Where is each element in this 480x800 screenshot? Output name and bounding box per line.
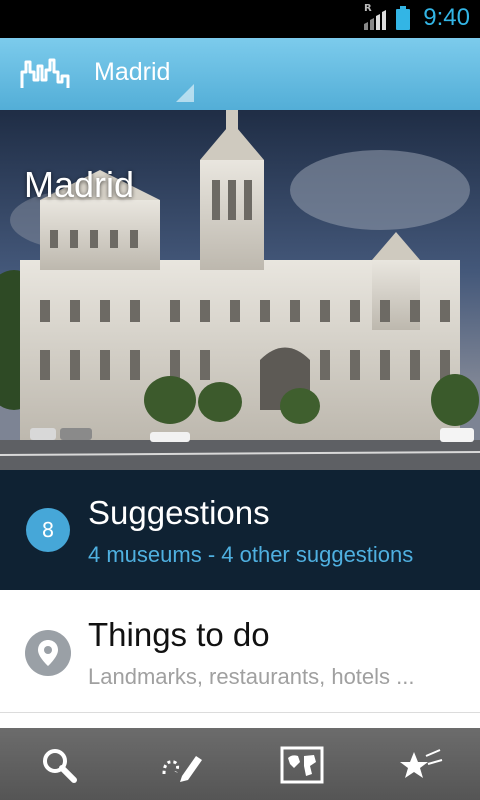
suggestions-count-badge: 8 (26, 508, 70, 552)
map-pin-icon (25, 630, 71, 676)
suggestions-subtitle: 4 museums - 4 other suggestions (88, 542, 414, 567)
hero-image: Madrid (0, 110, 480, 470)
bottom-navigation (0, 728, 480, 800)
city-selector-value: Madrid (94, 58, 171, 86)
dropdown-indicator-icon (176, 84, 194, 102)
tab-edit-route[interactable] (120, 728, 240, 800)
tab-favorites[interactable] (360, 728, 480, 800)
tab-map[interactable] (240, 728, 360, 800)
action-bar: Madrid (0, 38, 480, 110)
world-map-icon (280, 746, 324, 784)
things-to-do-row[interactable]: Things to do Landmarks, restaurants, hot… (0, 590, 480, 713)
clock: 9:40 (423, 4, 470, 31)
favorites-stars-icon (400, 749, 443, 778)
edit-route-icon (162, 756, 202, 782)
tab-search[interactable] (0, 728, 120, 800)
things-to-do-subtitle: Landmarks, restaurants, hotels ... (88, 664, 415, 689)
things-to-do-title: Things to do (88, 616, 270, 653)
suggestions-title: Suggestions (88, 494, 270, 531)
suggestions-row[interactable]: 8 Suggestions 4 museums - 4 other sugges… (0, 470, 480, 590)
battery-icon (396, 6, 410, 30)
hero-title: Madrid (24, 164, 135, 205)
search-icon (43, 749, 77, 783)
signal-icon (364, 10, 386, 30)
status-bar: R 9:40 (0, 0, 480, 38)
city-skyline-logo-icon[interactable] (20, 58, 70, 92)
